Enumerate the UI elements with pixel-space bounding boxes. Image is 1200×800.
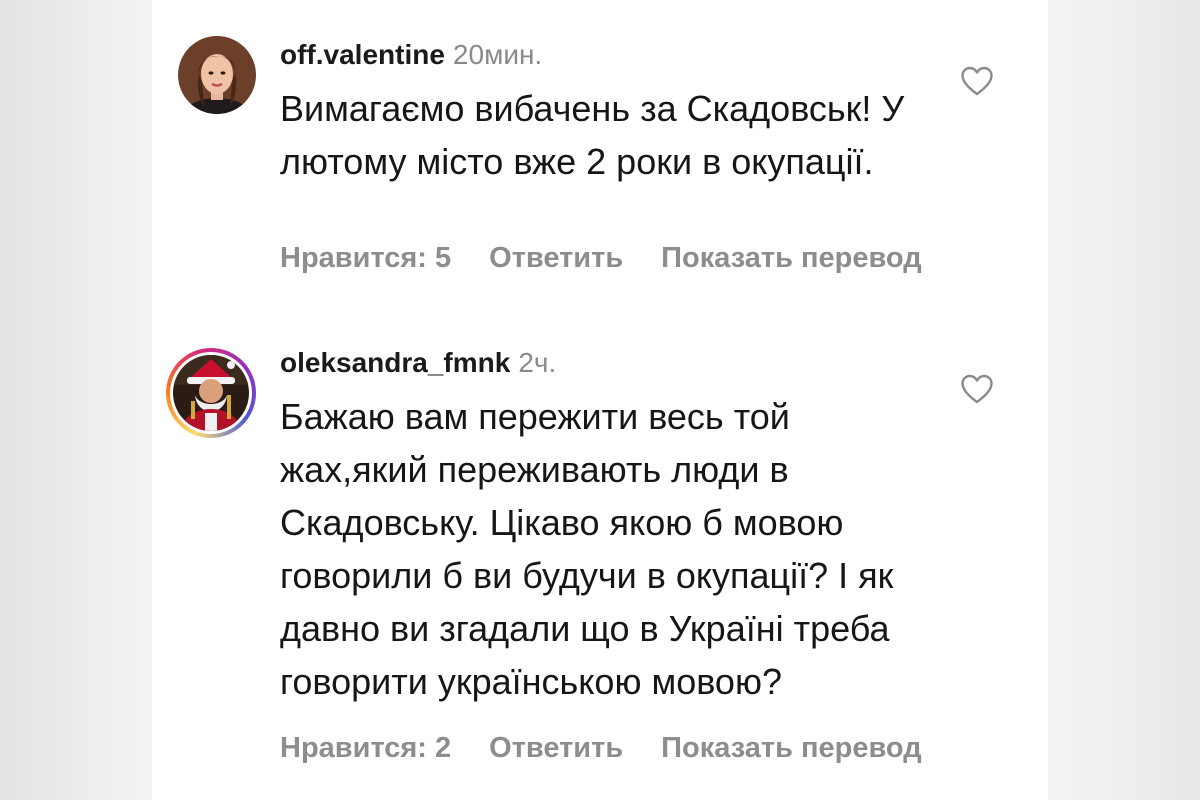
likes-count[interactable]: Нравится: 2 [280,732,451,764]
comment-actions: Нравится: 2 Ответить Показать перевод [280,731,960,765]
comment-header: off.valentine 20мин. [280,38,542,72]
profile-photo-icon [173,355,249,431]
username-link[interactable]: oleksandra_fmnk [280,347,510,378]
heart-outline-icon[interactable] [960,374,994,404]
comment-text: Бажаю вам пережити весь той жах,який пер… [280,396,894,702]
comment-actions: Нравится: 5 Ответить Показать перевод [280,241,960,275]
username-link[interactable]: off.valentine [280,39,445,70]
avatar[interactable] [178,36,256,114]
reply-button[interactable]: Ответить [489,242,623,274]
timestamp: 2ч. [518,347,557,378]
likes-count[interactable]: Нравится: 5 [280,242,451,274]
show-translation-button[interactable]: Показать перевод [661,732,921,764]
show-translation-button[interactable]: Показать перевод [661,242,921,274]
heart-outline-icon[interactable] [960,66,994,96]
screenshot-stage: off.valentine 20мин. Вимагаємо вибачень з… [0,0,1200,800]
comment-text: Вимагаємо вибачень за Скадовськ! У лютом… [280,88,905,182]
comment-header: oleksandra_fmnk 2ч. [280,346,556,380]
comments-panel: off.valentine 20мин. Вимагаємо вибачень з… [152,0,1048,800]
avatar-story-ring[interactable] [166,348,256,438]
timestamp: 20мин. [452,39,543,70]
reply-button[interactable]: Ответить [489,732,623,764]
profile-photo-icon [178,36,256,114]
